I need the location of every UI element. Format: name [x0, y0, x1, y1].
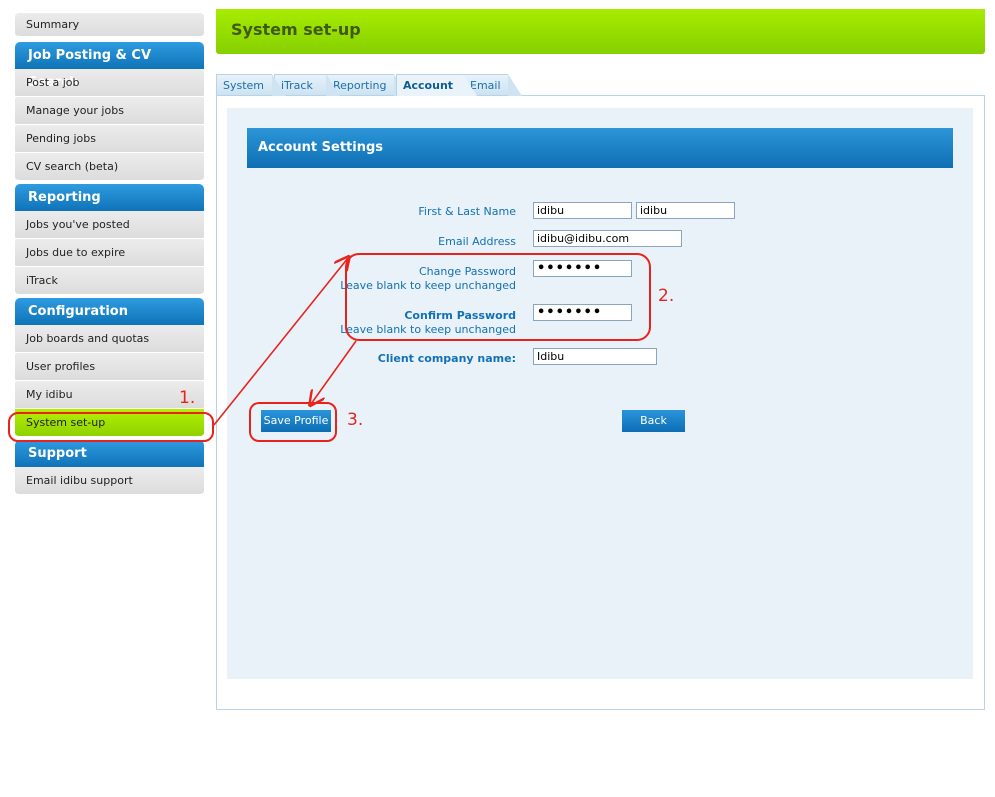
arrow-1-to-2 — [213, 258, 348, 426]
annotation-arrows — [213, 0, 357, 426]
tab-account[interactable]: Account — [396, 74, 477, 96]
tab-system[interactable]: System — [216, 74, 286, 96]
arrow-2-to-3 — [311, 340, 357, 404]
